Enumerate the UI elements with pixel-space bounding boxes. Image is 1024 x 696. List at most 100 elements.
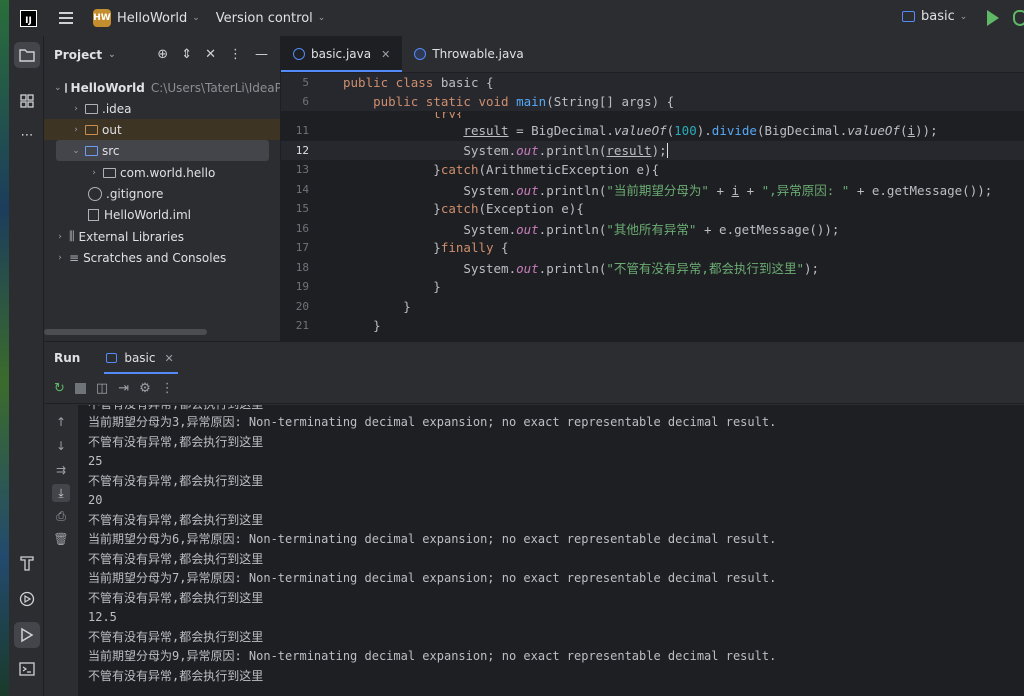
more-options-icon[interactable]: ⋮ [161, 381, 174, 396]
code-text[interactable]: } [343, 279, 441, 294]
console-line: 12.5 [88, 610, 117, 624]
screenshot-icon[interactable]: ◫ [96, 381, 108, 396]
line-number: 11 [295, 124, 309, 137]
build-tool-icon[interactable] [14, 550, 40, 576]
project-tool-icon[interactable] [14, 42, 40, 68]
code-text[interactable]: }finally { [343, 240, 508, 255]
tree-item-external-libraries[interactable]: › ⫼ External Libraries [54, 226, 280, 247]
more-tools-icon[interactable]: ⋯ [14, 122, 40, 148]
tree-item-label: HelloWorld [70, 80, 145, 95]
code-text[interactable]: public static void main(String[] args) { [343, 94, 674, 109]
code-text[interactable]: } [343, 299, 411, 314]
line-number: 17 [295, 241, 309, 254]
project-name[interactable]: HelloWorld [117, 11, 187, 26]
code-line[interactable]: 19 } [281, 277, 1024, 296]
tree-item-out[interactable]: › out [44, 119, 280, 140]
restore-layout-icon[interactable]: ⇥ [118, 381, 129, 396]
code-text[interactable]: } [343, 318, 381, 333]
code-line[interactable]: 15 }catch(Exception e){ [281, 199, 1024, 218]
code-text[interactable]: System.out.println("其他所有异常" + e.getMessa… [343, 219, 839, 238]
scroll-to-end-icon[interactable]: ⤓ [52, 484, 70, 502]
trash-icon[interactable]: 🗑 [52, 530, 70, 548]
console-output[interactable]: 不管有没有异常,都会执行到这里 当前期望分母为3,异常原因: Non-termi… [78, 405, 1024, 696]
chevron-down-icon[interactable]: ⌄ [318, 13, 326, 23]
close-icon[interactable]: ✕ [381, 48, 390, 61]
debug-button[interactable] [1013, 10, 1024, 26]
chevron-right-icon[interactable]: › [70, 104, 82, 114]
tree-item-gitignore[interactable]: .gitignore [54, 183, 280, 204]
console-line: 25 [88, 454, 103, 468]
up-arrow-icon[interactable]: ↑ [52, 413, 70, 431]
main-menu-icon[interactable] [59, 12, 73, 24]
chevron-right-icon[interactable]: › [54, 253, 66, 263]
tree-item-label: com.world.hello [120, 165, 216, 180]
locate-icon[interactable]: ⊕ [157, 47, 168, 62]
print-icon[interactable]: ⎙ [52, 507, 70, 525]
run-tab-basic[interactable]: basic ✕ [104, 342, 179, 374]
chevron-down-icon[interactable]: ⌄ [54, 83, 62, 93]
chevron-right-icon[interactable]: › [70, 125, 82, 135]
horizontal-scrollbar[interactable] [44, 329, 207, 335]
collapse-all-icon[interactable]: ✕ [205, 47, 216, 62]
project-panel-title: Project [54, 48, 103, 62]
tab-basic-java[interactable]: basic.java ✕ [281, 36, 403, 72]
code-text[interactable]: public class basic { [343, 75, 494, 90]
terminal-tool-icon[interactable] [14, 656, 40, 682]
code-line[interactable]: 11 result = BigDecimal.valueOf(100).divi… [281, 121, 1024, 140]
console-line: 当前期望分母为7,异常原因: Non-terminating decimal e… [88, 571, 777, 585]
tree-item-idea[interactable]: › .idea [54, 98, 280, 119]
line-number: 20 [295, 299, 309, 313]
intellij-logo-icon[interactable]: IJ [20, 9, 37, 27]
editor-tabs: basic.java ✕ Throwable.java [281, 36, 1024, 72]
chevron-down-icon[interactable]: ⌄ [70, 146, 82, 156]
chevron-right-icon[interactable]: › [88, 168, 100, 178]
code-line[interactable]: 21 } [281, 316, 1024, 335]
chevron-down-icon[interactable]: ⌄ [192, 13, 200, 23]
soft-wrap-icon[interactable]: ⇉ [52, 461, 70, 479]
code-line[interactable]: 18 System.out.println("不管有没有异常,都会执行到这里")… [281, 258, 1024, 277]
version-control-menu[interactable]: Version control [216, 11, 313, 26]
attach-debugger-icon[interactable]: ⚙ [139, 381, 151, 396]
services-tool-icon[interactable] [14, 586, 40, 612]
expand-collapse-icon[interactable]: ⇕ [181, 47, 192, 62]
tree-item-src[interactable]: ⌄ src [56, 140, 269, 161]
run-tool-icon[interactable] [14, 622, 40, 648]
console-line: 当前期望分母为9,异常原因: Non-terminating decimal e… [88, 649, 777, 663]
tree-item-path: C:\Users\TaterLi\IdeaPr [150, 80, 281, 95]
chevron-right-icon[interactable]: › [54, 232, 66, 242]
tree-item-scratches[interactable]: › ≡ Scratches and Consoles [54, 247, 280, 268]
structure-tool-icon[interactable] [14, 88, 40, 114]
code-text[interactable]: System.out.println("当前期望分母为" + i + ",异常原… [343, 180, 992, 199]
code-text[interactable]: System.out.println("不管有没有异常,都会执行到这里"); [343, 258, 819, 277]
code-line-current[interactable]: 12 System.out.println(result); [281, 140, 1024, 160]
options-icon[interactable]: ⋮ [229, 47, 242, 62]
java-class-icon [293, 48, 305, 60]
code-text[interactable]: result = BigDecimal.valueOf(100).divide(… [343, 123, 937, 138]
chevron-down-icon[interactable]: ⌄ [108, 50, 116, 60]
code-line[interactable]: 17 }finally { [281, 238, 1024, 257]
run-configuration-selector[interactable]: basic ⌄ [902, 9, 967, 24]
rerun-icon[interactable]: ↻ [54, 381, 65, 396]
scratches-icon: ≡ [69, 250, 80, 265]
project-badge[interactable]: HW [93, 9, 111, 27]
run-panel: Run basic ✕ ↻ ◫ ⇥ ⚙ ⋮ ↑ ↓ ⇉ ⤓ ⎙ 🗑 不管有没有异… [44, 341, 1024, 696]
code-line[interactable]: 5 public class basic { [281, 73, 1024, 92]
hide-icon[interactable]: — [255, 47, 268, 62]
run-button[interactable] [987, 10, 999, 26]
code-text[interactable]: }catch(ArithmeticException e){ [343, 162, 659, 177]
stop-icon[interactable] [74, 383, 86, 394]
code-line[interactable]: 13 }catch(ArithmeticException e){ [281, 160, 1024, 179]
close-icon[interactable]: ✕ [164, 352, 173, 365]
code-line[interactable]: 16 System.out.println("其他所有异常" + e.getMe… [281, 219, 1024, 238]
tree-item-package[interactable]: › com.world.hello [54, 162, 280, 183]
tree-item-iml[interactable]: HelloWorld.iml [54, 204, 280, 225]
code-line[interactable]: 6 public static void main(String[] args)… [281, 92, 1024, 111]
tree-item-helloworld[interactable]: ⌄ HelloWorld C:\Users\TaterLi\IdeaPr [54, 77, 281, 98]
tab-throwable-java[interactable]: Throwable.java [402, 36, 535, 72]
tree-item-label: HelloWorld.iml [104, 207, 191, 222]
code-line[interactable]: 14 System.out.println("当前期望分母为" + i + ",… [281, 180, 1024, 199]
down-arrow-icon[interactable]: ↓ [52, 437, 70, 455]
code-line[interactable]: 20 } [281, 297, 1024, 316]
code-text[interactable]: }catch(Exception e){ [343, 201, 584, 216]
code-text[interactable]: System.out.println(result); [343, 142, 676, 158]
